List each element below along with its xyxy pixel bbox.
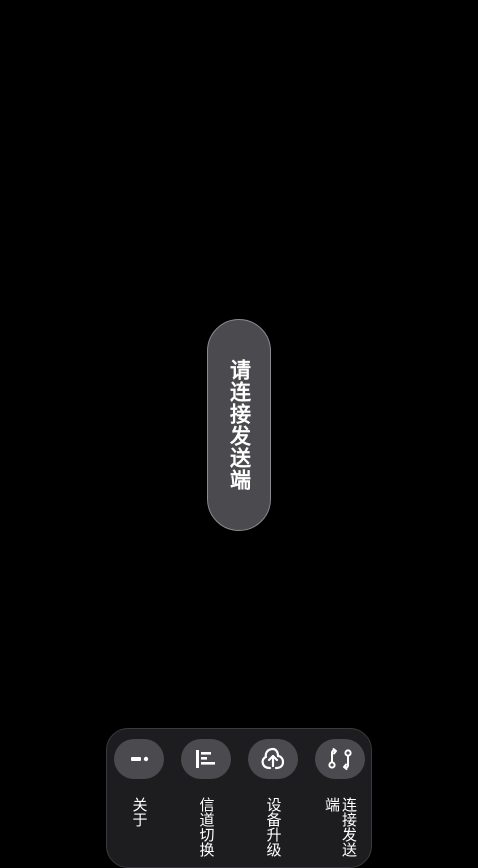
device-upgrade-label-wrap: 设备升级 xyxy=(248,797,298,867)
connect-sender-control[interactable]: 连接发送端 xyxy=(315,739,367,857)
connect-swap-icon xyxy=(325,747,355,771)
device-upgrade-label: 设备升级 xyxy=(264,797,283,857)
info-icon xyxy=(126,749,152,769)
device-upgrade-control[interactable]: 设备升级 xyxy=(248,739,300,857)
channel-bars-icon xyxy=(193,747,219,771)
connect-sender-label: 连接发送端 xyxy=(323,797,358,857)
about-control[interactable]: 关于 xyxy=(114,739,166,827)
channel-switch-button[interactable] xyxy=(181,739,231,779)
channel-switch-label: 信道切换 xyxy=(197,797,216,857)
cloud-upgrade-icon xyxy=(259,746,287,772)
channel-switch-control[interactable]: 信道切换 xyxy=(181,739,233,857)
about-button[interactable] xyxy=(114,739,164,779)
connect-sender-label-wrap: 连接发送端 xyxy=(315,797,365,867)
device-upgrade-button[interactable] xyxy=(248,739,298,779)
connect-sender-button[interactable] xyxy=(315,739,365,779)
control-panel: 关于 信道切换 设备升级 连接发送端 xyxy=(106,728,372,868)
about-label-wrap: 关于 xyxy=(114,797,164,867)
channel-switch-label-wrap: 信道切换 xyxy=(181,797,231,867)
toast-message: 请连接发送端 xyxy=(227,359,252,491)
connect-sender-toast: 请连接发送端 xyxy=(207,319,271,531)
screen: 请连接发送端 关于 信道切换 设备升级 连接发送端 xyxy=(0,0,478,868)
about-label: 关于 xyxy=(130,797,149,827)
